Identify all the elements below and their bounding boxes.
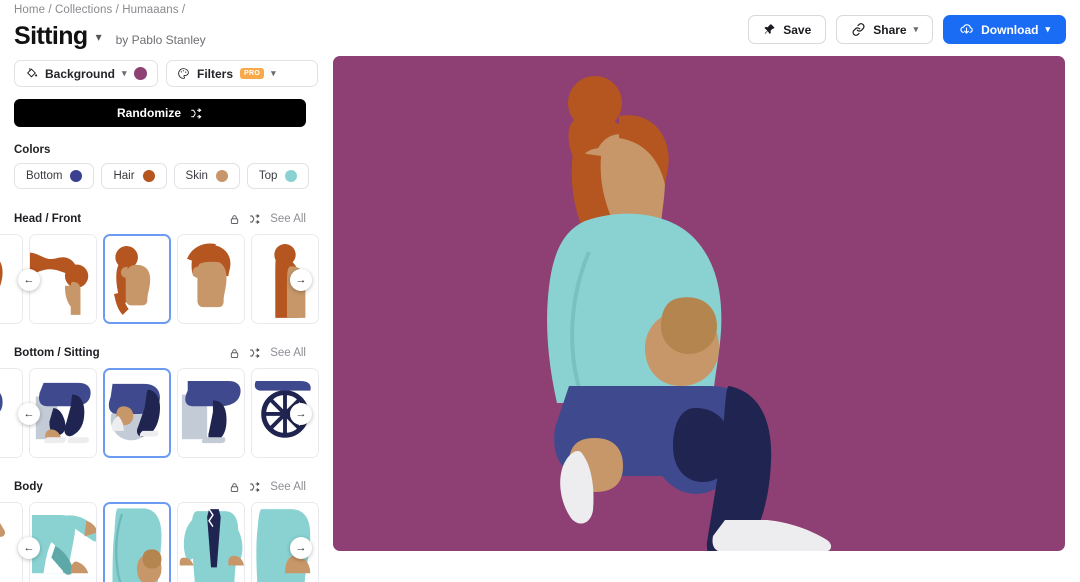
head-thumbnail[interactable]	[103, 234, 171, 324]
see-all-link[interactable]: See All	[270, 481, 306, 493]
save-label: Save	[783, 22, 812, 37]
head-thumbnail[interactable]	[177, 234, 245, 324]
see-all-link[interactable]: See All	[270, 213, 306, 225]
download-label: Download	[981, 22, 1039, 37]
humaaans-editor: Home / Collections / Humaaans / Sitting …	[0, 0, 1080, 582]
left-panel: Home / Collections / Humaaans / Sitting …	[0, 0, 320, 582]
breadcrumb[interactable]: Home / Collections / Humaaans /	[14, 4, 185, 16]
section-title: Body	[14, 481, 43, 493]
section-tools: See All	[229, 213, 306, 225]
shuffle-icon[interactable]	[249, 213, 261, 225]
carousel-next-button[interactable]: →	[290, 403, 312, 425]
share-label: Share	[873, 22, 907, 37]
bottom-thumbnail[interactable]	[177, 368, 245, 458]
download-button[interactable]: Download ▾	[943, 15, 1066, 44]
hand	[661, 297, 717, 354]
shuffle-icon	[191, 107, 202, 119]
illustration-canvas[interactable]	[333, 56, 1065, 551]
section-title: Bottom / Sitting	[14, 347, 100, 359]
color-chip-top[interactable]: Top	[246, 163, 310, 189]
bottom-thumbnail[interactable]	[103, 368, 171, 458]
title-chevron-down-icon[interactable]: ▾	[96, 30, 102, 44]
carousel-next-button[interactable]: →	[290, 269, 312, 291]
section-tools: See All	[229, 481, 306, 493]
section-header: Body See All	[14, 477, 306, 497]
color-swatch	[285, 170, 298, 182]
carousel-track	[0, 368, 320, 458]
color-chip-label: Hair	[113, 170, 135, 182]
section-body: Body See All ← →	[0, 477, 320, 582]
color-chip-hair[interactable]: Hair	[101, 163, 167, 189]
randomize-button[interactable]: Randomize	[14, 99, 306, 127]
lock-icon[interactable]	[229, 348, 240, 359]
page-title: Sitting	[14, 22, 88, 50]
control-row: Background ▾ Filters PRO ▾	[14, 60, 318, 87]
colors-row: Bottom Hair Skin Top	[14, 163, 310, 189]
carousel-prev-button[interactable]: ←	[18, 403, 40, 425]
body-thumbnail[interactable]	[29, 502, 97, 582]
color-swatch	[142, 170, 155, 182]
randomize-label: Randomize	[116, 106, 181, 120]
background-button[interactable]: Background ▾	[14, 60, 158, 87]
body-thumbnail[interactable]	[177, 502, 245, 582]
action-buttons: Save Share ▾ Download ▾	[748, 15, 1066, 44]
colors-label: Colors	[14, 144, 51, 156]
section-header: Bottom / Sitting See All	[14, 343, 306, 363]
color-chip-bottom[interactable]: Bottom	[14, 163, 95, 189]
author-byline: by Pablo Stanley	[115, 33, 206, 47]
download-chevron-down-icon: ▾	[1045, 24, 1050, 34]
section-head-front: Head / Front See All ← →	[0, 209, 320, 326]
palette-icon	[178, 68, 189, 79]
pro-badge: PRO	[240, 68, 265, 79]
section-title: Head / Front	[14, 213, 82, 225]
save-button[interactable]: Save	[748, 15, 827, 44]
filters-chevron-down-icon: ▾	[271, 68, 276, 78]
paint-bucket-icon	[27, 68, 38, 78]
cloud-download-icon	[960, 24, 973, 34]
background-color-swatch[interactable]	[133, 67, 147, 80]
see-all-link[interactable]: See All	[270, 347, 306, 359]
bottom-carousel[interactable]: ← →	[0, 368, 320, 460]
lock-icon[interactable]	[229, 482, 240, 493]
filters-label: Filters	[197, 66, 234, 81]
humaaan-illustration	[333, 56, 1065, 551]
share-button[interactable]: Share ▾	[836, 15, 934, 44]
head-carousel[interactable]: ← →	[0, 234, 320, 326]
carousel-track	[0, 502, 320, 582]
section-header: Head / Front See All	[14, 209, 306, 229]
section-tools: See All	[229, 347, 306, 359]
link-icon	[852, 23, 865, 36]
color-swatch	[215, 170, 228, 182]
body-thumbnail[interactable]	[103, 502, 171, 582]
shuffle-icon[interactable]	[249, 347, 261, 359]
color-swatch	[70, 170, 83, 182]
color-chip-skin[interactable]: Skin	[173, 163, 240, 189]
carousel-prev-button[interactable]: ←	[18, 269, 40, 291]
body-carousel[interactable]: ← →	[0, 502, 320, 582]
background-chevron-down-icon: ▾	[122, 68, 127, 78]
title-row: Sitting ▾ by Pablo Stanley	[14, 22, 206, 51]
color-chip-label: Skin	[185, 170, 208, 182]
color-chip-label: Top	[258, 170, 278, 182]
carousel-next-button[interactable]: →	[290, 537, 312, 559]
color-chip-label: Bottom	[26, 170, 63, 182]
carousel-track	[0, 234, 320, 324]
section-bottom-sitting: Bottom / Sitting See All ← →	[0, 343, 320, 460]
share-chevron-down-icon: ▾	[913, 24, 919, 34]
carousel-prev-button[interactable]: ←	[18, 537, 40, 559]
background-label: Background	[45, 66, 116, 81]
lock-icon[interactable]	[229, 214, 240, 225]
pin-icon	[764, 24, 775, 34]
filters-button[interactable]: Filters PRO ▾	[166, 60, 318, 87]
shuffle-icon[interactable]	[249, 481, 261, 493]
